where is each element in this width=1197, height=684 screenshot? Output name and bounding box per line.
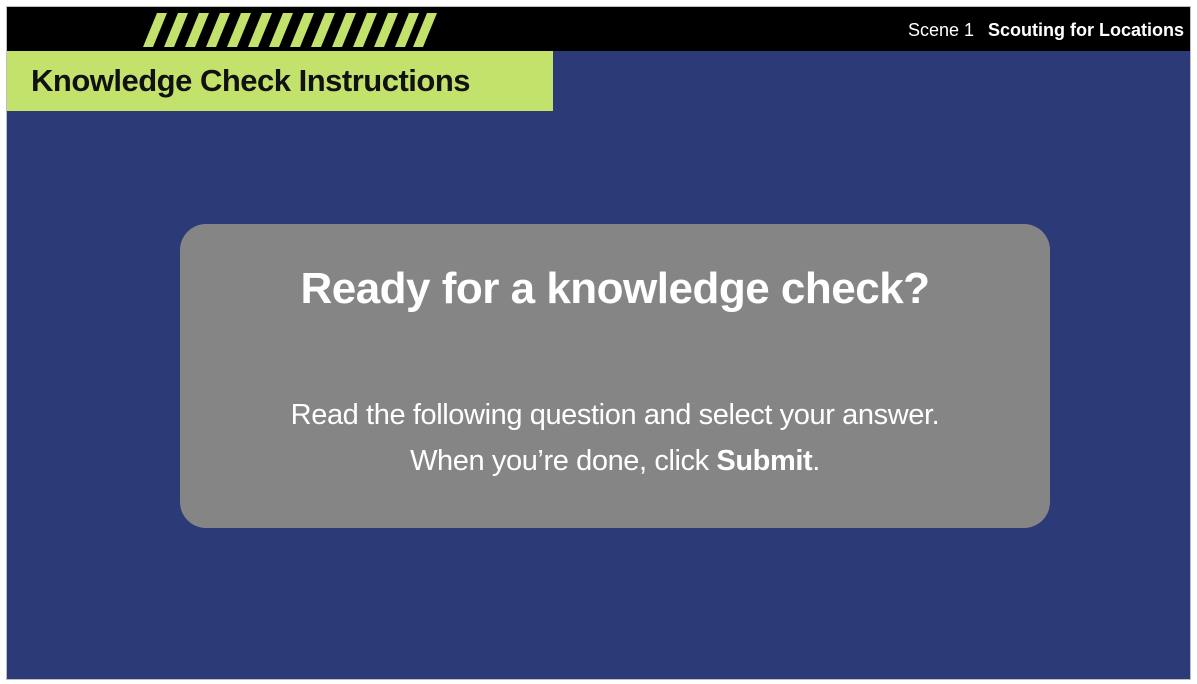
- title-tab: Knowledge Check Instructions: [7, 51, 553, 111]
- instructions-card: Ready for a knowledge check? Read the fo…: [180, 224, 1050, 528]
- instruction-line-2-prefix: When you’re done, click: [410, 445, 717, 477]
- card-heading: Ready for a knowledge check?: [300, 264, 930, 313]
- hazard-stripes-icon: [143, 13, 437, 47]
- instruction-line-1: Read the following question and select y…: [290, 399, 940, 431]
- top-bar: Scene 1 Scouting for Locations: [7, 7, 1190, 51]
- instruction-line-2-suffix: .: [812, 445, 820, 477]
- scene-label: Scene 1: [907, 20, 974, 40]
- page-title: Knowledge Check Instructions: [31, 63, 471, 98]
- slide-frame: Scene 1 Scouting for Locations Knowledge …: [6, 6, 1191, 680]
- scene-info: Scene 1 Scouting for Locations: [908, 7, 1184, 51]
- card-body: Read the following question and select y…: [180, 392, 1050, 484]
- instruction-line-2: When you’re done, click Submit.: [180, 438, 1050, 484]
- submit-keyword: Submit: [716, 445, 813, 477]
- scene-title: Scouting for Locations: [988, 20, 1184, 40]
